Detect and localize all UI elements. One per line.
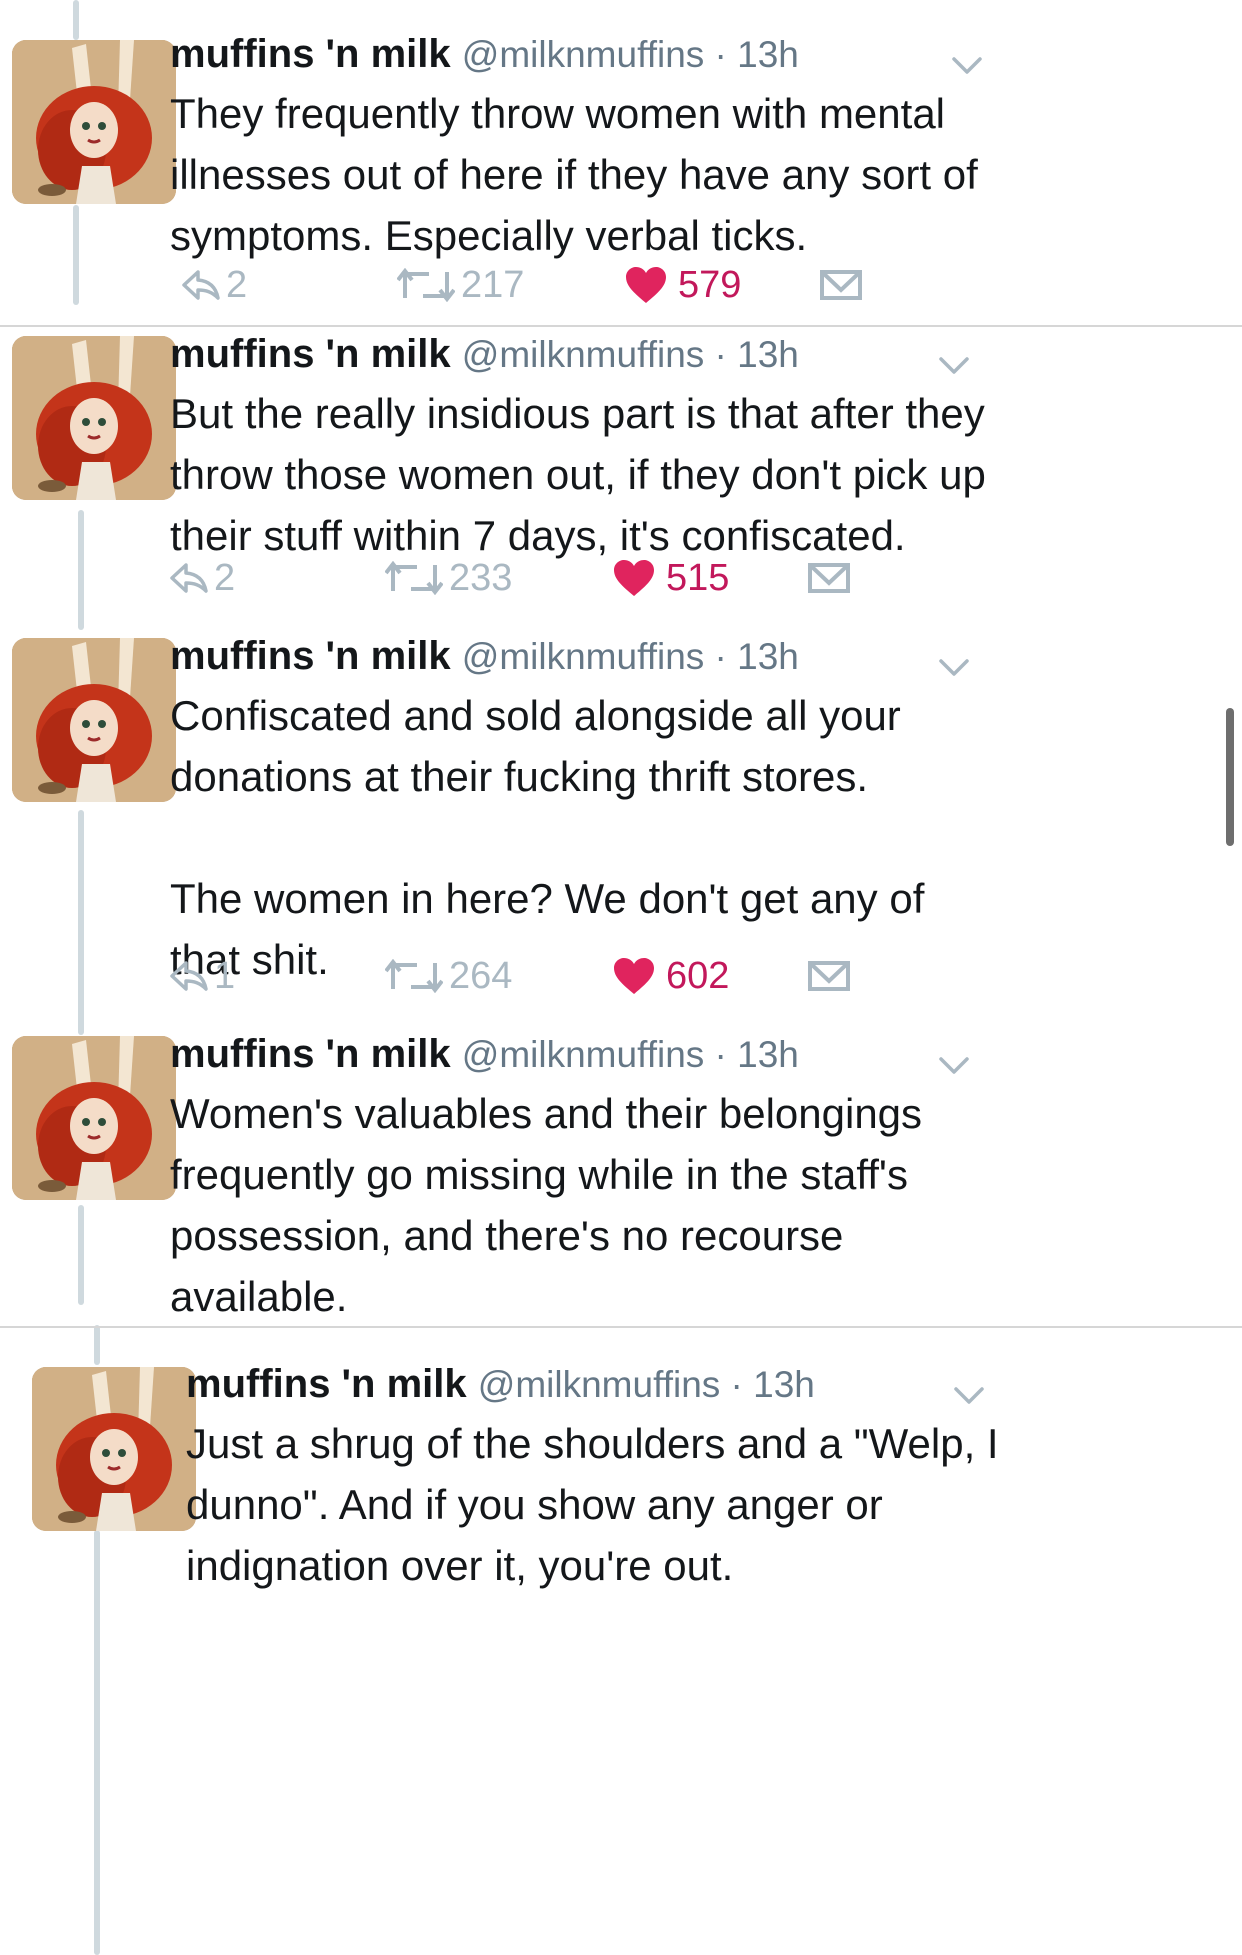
like-button[interactable]: 602	[612, 946, 729, 1006]
handle-timestamp[interactable]: @milknmuffins · 13h	[462, 1034, 799, 1075]
divider	[0, 325, 1242, 327]
heart-icon	[624, 265, 668, 305]
likes-count: 579	[678, 263, 742, 306]
reply-button[interactable]: 2	[170, 548, 235, 608]
retweet-icon	[385, 959, 443, 993]
handle-timestamp[interactable]: @milknmuffins · 13h	[462, 334, 799, 375]
tweet-text: Just a shrug of the shoulders and a "Wel…	[186, 1420, 999, 1589]
like-button[interactable]: 579	[624, 255, 741, 315]
avatar[interactable]	[12, 1036, 176, 1200]
chevron-down-icon[interactable]	[935, 346, 973, 384]
likes-count: 602	[666, 954, 730, 997]
tweet-text: Women's valuables and their belongings f…	[170, 1090, 923, 1320]
envelope-icon	[820, 270, 862, 300]
avatar[interactable]	[12, 638, 176, 802]
dm-button[interactable]	[808, 946, 850, 1006]
tweet-text: Confiscated and sold alongside all your …	[170, 692, 925, 983]
scrollbar[interactable]	[1226, 708, 1234, 846]
tweet-header: muffins 'n milk @milknmuffins · 13h	[170, 632, 990, 681]
heart-icon	[612, 956, 656, 996]
tweet-text: They frequently throw women with mental …	[170, 90, 978, 259]
tweet-content: muffins 'n milk @milknmuffins · 13h Just …	[186, 1360, 1006, 1596]
tweet-actions: 2 217 579	[0, 255, 1242, 315]
tweet-header: muffins 'n milk @milknmuffins · 13h	[186, 1360, 1006, 1409]
retweets-count: 264	[449, 954, 513, 997]
tweet-content: muffins 'n milk @milknmuffins · 13h Confi…	[170, 632, 990, 990]
reply-icon	[182, 270, 220, 300]
tweet-header: muffins 'n milk @milknmuffins · 13h	[170, 1030, 990, 1079]
retweets-count: 233	[449, 556, 513, 599]
envelope-icon	[808, 961, 850, 991]
dm-button[interactable]	[808, 548, 850, 608]
handle-timestamp[interactable]: @milknmuffins · 13h	[462, 34, 799, 75]
replies-count: 1	[214, 954, 236, 997]
likes-count: 515	[666, 556, 730, 599]
retweet-icon	[397, 268, 455, 302]
tweet-header: muffins 'n milk @milknmuffins · 13h	[170, 330, 990, 379]
replies-count: 2	[226, 263, 248, 306]
reply-button[interactable]: 2	[182, 255, 247, 315]
thread-line	[73, 0, 79, 40]
avatar[interactable]	[12, 336, 176, 500]
retweet-button[interactable]: 264	[385, 946, 512, 1006]
heart-icon	[612, 558, 656, 598]
replies-count: 2	[214, 556, 236, 599]
retweet-button[interactable]: 233	[385, 548, 512, 608]
reply-icon	[170, 961, 208, 991]
thread-line	[78, 1205, 84, 1305]
chevron-down-icon[interactable]	[935, 648, 973, 686]
dm-button[interactable]	[820, 255, 862, 315]
handle-timestamp[interactable]: @milknmuffins · 13h	[478, 1364, 815, 1405]
tweet-header: muffins 'n milk @milknmuffins · 13h	[170, 30, 990, 79]
tweet-actions: 1 264 602	[0, 946, 1242, 1006]
display-name[interactable]: muffins 'n milk	[186, 1362, 467, 1406]
tweet-content: muffins 'n milk @milknmuffins · 13h They …	[170, 30, 990, 266]
tweet-content: muffins 'n milk @milknmuffins · 13h But t…	[170, 330, 990, 566]
tweet-text: But the really insidious part is that af…	[170, 390, 986, 559]
avatar[interactable]	[32, 1367, 196, 1531]
retweet-button[interactable]: 217	[397, 255, 524, 315]
tweet-actions: 2 233 515	[0, 548, 1242, 608]
envelope-icon	[808, 563, 850, 593]
handle-timestamp[interactable]: @milknmuffins · 13h	[462, 636, 799, 677]
retweet-icon	[385, 561, 443, 595]
display-name[interactable]: muffins 'n milk	[170, 332, 451, 376]
display-name[interactable]: muffins 'n milk	[170, 634, 451, 678]
reply-icon	[170, 563, 208, 593]
chevron-down-icon[interactable]	[950, 1376, 988, 1414]
display-name[interactable]: muffins 'n milk	[170, 32, 451, 76]
divider	[0, 1326, 1242, 1328]
retweets-count: 217	[461, 263, 525, 306]
display-name[interactable]: muffins 'n milk	[170, 1032, 451, 1076]
thread-line	[94, 1530, 100, 1955]
chevron-down-icon[interactable]	[935, 1046, 973, 1084]
thread-line	[94, 1325, 100, 1365]
tweet-content: muffins 'n milk @milknmuffins · 13h Women…	[170, 1030, 990, 1327]
avatar[interactable]	[12, 40, 176, 204]
reply-button[interactable]: 1	[170, 946, 235, 1006]
chevron-down-icon[interactable]	[948, 46, 986, 84]
like-button[interactable]: 515	[612, 548, 729, 608]
